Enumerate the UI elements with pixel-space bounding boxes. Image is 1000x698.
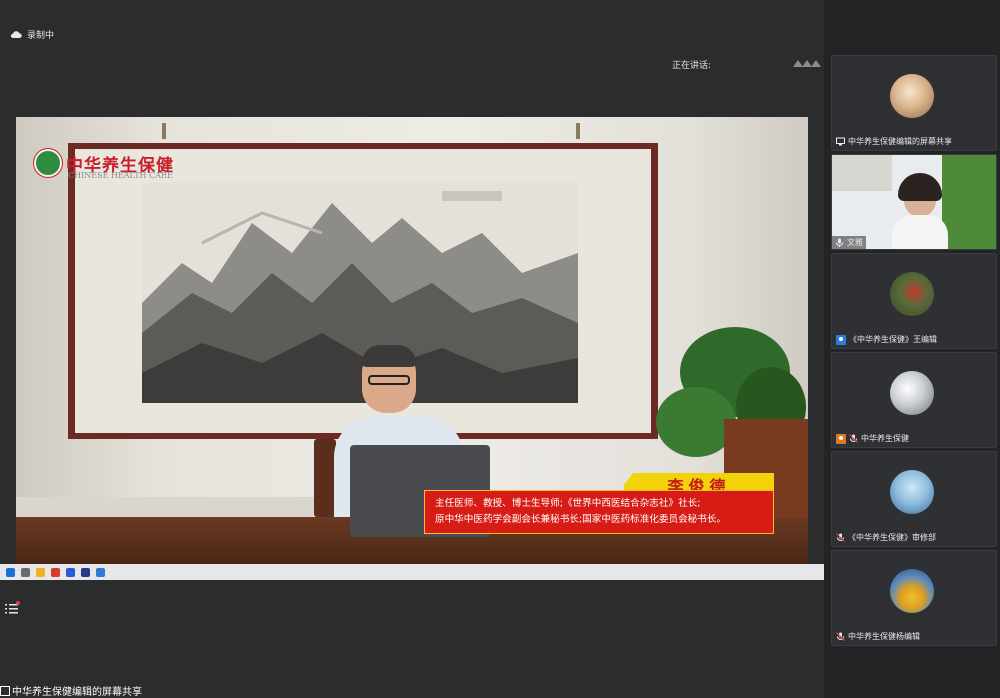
landscape-painting: [142, 183, 578, 403]
plant-background: [942, 155, 996, 249]
avatar: [890, 74, 934, 118]
participant-tile[interactable]: 中华养生保健: [831, 352, 997, 448]
participant-tile[interactable]: 中华养生保健杨编辑: [831, 550, 997, 646]
user-avatar-icon: [836, 334, 846, 345]
speaker-hair: [362, 345, 416, 367]
avatar: [890, 371, 934, 415]
participant-tile[interactable]: 《中华养生保健》审修部: [831, 451, 997, 547]
participant-name: 文雅: [847, 238, 863, 247]
participant-tile[interactable]: 文雅: [831, 154, 997, 250]
participant-shirt: [892, 215, 948, 249]
gallery-view-icon[interactable]: [793, 57, 821, 69]
avatar: [890, 272, 934, 316]
recording-label: 录制中: [27, 30, 55, 41]
participant-name: 《中华养生保健》王编辑: [849, 335, 937, 344]
participant-sidebar: 中华养生保健编辑的屏幕共享 文雅 《中华养生保健》王编辑 中华养生保健 《中华养…: [824, 0, 1000, 698]
search-icon: [21, 567, 30, 577]
cloud-icon: [10, 30, 22, 38]
folder-icon: [36, 567, 45, 577]
microphone-icon: [836, 238, 843, 247]
participants-list-button[interactable]: [5, 600, 21, 614]
microphone-muted-icon: [836, 533, 845, 542]
participant-name: 中华养生保健: [861, 434, 909, 443]
participant-tile[interactable]: 《中华养生保健》王编辑: [831, 253, 997, 349]
shared-screen-taskbar: [0, 564, 824, 580]
active-speaker-label: 正在讲话:: [672, 61, 712, 71]
participant-name: 中华养生保健杨编辑: [848, 632, 920, 641]
logo-english-text: CHINESE HEALTH CARE: [68, 171, 173, 180]
avatar: [890, 569, 934, 613]
app-icon-dark-blue: [81, 567, 90, 577]
participant-tile[interactable]: 中华养生保健编辑的屏幕共享: [831, 55, 997, 151]
logo-emblem-icon: [34, 149, 62, 177]
calligraphy-scroll: [832, 155, 892, 191]
frame-hook-left: [162, 123, 166, 139]
screen-share-label: 中华养生保健编辑的屏幕共享: [12, 687, 142, 698]
screen-share-status[interactable]: 中华养生保健编辑的屏幕共享: [0, 683, 142, 698]
channel-logo: 中华养生保健 CHINESE HEALTH CARE: [34, 149, 174, 180]
word-icon: [96, 567, 105, 577]
microphone-muted-icon: [836, 632, 845, 641]
screen-share-icon: [836, 137, 845, 146]
main-video-stream[interactable]: 中华养生保健 CHINESE HEALTH CARE 李俊德 主任医师、教授、博…: [16, 117, 808, 564]
speaker-glasses: [368, 375, 410, 385]
app-icon-red: [51, 567, 60, 577]
app-icon-blue: [66, 567, 75, 577]
speaker-caption: 主任医师、教授、博士生导师;《世界中西医结合杂志社》社长; 原中华中医药学会副会…: [424, 490, 774, 534]
avatar: [890, 470, 934, 514]
list-icon: [5, 601, 20, 614]
user-avatar-icon: [836, 433, 846, 444]
chair: [314, 439, 336, 517]
participant-name: 《中华养生保健》审修部: [848, 533, 936, 542]
participant-hair: [898, 173, 942, 201]
speaker-title-line-1: 主任医师、教授、博士生导师;《世界中西医结合杂志社》社长;: [435, 498, 701, 509]
screen-share-icon: [0, 685, 10, 696]
frame-hook-right: [576, 123, 580, 139]
participant-name: 中华养生保健编辑的屏幕共享: [848, 137, 952, 146]
microphone-muted-icon: [849, 434, 858, 443]
speaker-title-line-2: 原中华中医药学会副会长兼秘书长;国家中医药标准化委员会秘书长。: [435, 514, 727, 525]
windows-start-icon: [6, 567, 15, 577]
recording-indicator[interactable]: 录制中: [10, 26, 54, 42]
